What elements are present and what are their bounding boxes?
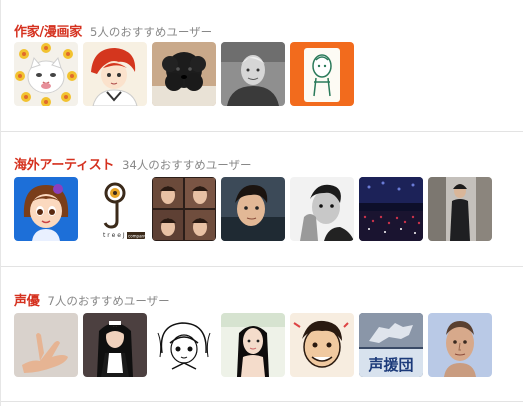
section-title[interactable]: 声優 — [14, 294, 40, 309]
user-avatar[interactable] — [14, 313, 78, 377]
cat-avatar-image — [14, 42, 78, 106]
user-avatar[interactable]: t r e e J company — [83, 177, 147, 241]
long-hair-woman-avatar-image — [221, 313, 285, 377]
section-header-voice-actors: 声優 7人のおすすめユーザー — [14, 290, 170, 309]
3d-head-avatar-image — [428, 313, 492, 377]
recommended-users-page: 作家/漫画家 5人のおすすめユーザー 海外アーティスト 34人のおすすめユーザー… — [0, 0, 523, 406]
section-title[interactable]: 海外アーティスト — [14, 158, 114, 173]
section-count: 7人のおすすめユーザー — [47, 294, 170, 308]
user-avatar[interactable]: 声援団 — [359, 313, 423, 377]
user-avatar[interactable] — [290, 42, 354, 106]
cartoon-girl-avatar-image — [14, 177, 78, 241]
section-header-writers: 作家/漫画家 5人のおすすめユーザー — [14, 21, 212, 40]
section-header-overseas-artists: 海外アーティスト 34人のおすすめユーザー — [14, 154, 252, 173]
user-avatar[interactable] — [14, 177, 78, 241]
illustration-avatar-image — [290, 42, 354, 106]
elderly-man-avatar-image — [221, 42, 285, 106]
manga-character-avatar-image — [83, 42, 147, 106]
section-divider — [1, 266, 523, 267]
user-avatar[interactable] — [152, 313, 216, 377]
seiendan-avatar-image: 声援団 — [359, 313, 423, 377]
sketch-girl-avatar-image — [152, 313, 216, 377]
user-avatar[interactable] — [83, 42, 147, 106]
user-avatar[interactable] — [152, 42, 216, 106]
user-avatar[interactable] — [428, 177, 492, 241]
user-avatar[interactable] — [221, 177, 285, 241]
section-count: 5人のおすすめユーザー — [90, 25, 213, 39]
avatar-row-voice-actors: 声援団 — [14, 313, 492, 377]
maid-avatar-image — [83, 313, 147, 377]
treej-sub-text: company — [128, 234, 147, 239]
avatar-row-overseas-artists: t r e e J company — [14, 177, 492, 241]
user-avatar[interactable] — [359, 177, 423, 241]
caricature-avatar-image — [290, 313, 354, 377]
user-avatar[interactable] — [290, 313, 354, 377]
street-man-avatar-image — [428, 177, 492, 241]
treej-logo-text: t r e e J — [103, 232, 125, 239]
user-avatar[interactable] — [221, 313, 285, 377]
user-avatar[interactable] — [83, 313, 147, 377]
dog-avatar-image — [152, 42, 216, 106]
user-avatar[interactable] — [14, 42, 78, 106]
young-man-avatar-image — [221, 177, 285, 241]
section-divider — [1, 131, 523, 132]
section-divider — [1, 401, 523, 402]
treej-logo-avatar-image: t r e e J company — [83, 177, 147, 241]
avatar-row-writers — [14, 42, 354, 106]
section-title[interactable]: 作家/漫画家 — [14, 25, 82, 40]
user-avatar[interactable] — [290, 177, 354, 241]
photo-collage-avatar-image — [152, 177, 216, 241]
section-count: 34人のおすすめユーザー — [122, 158, 252, 172]
user-avatar[interactable] — [428, 313, 492, 377]
seiendan-text: 声援団 — [367, 356, 413, 374]
concert-avatar-image — [359, 177, 423, 241]
user-avatar[interactable] — [152, 177, 216, 241]
hand-gesture-avatar-image — [14, 313, 78, 377]
bw-portrait-avatar-image — [290, 177, 354, 241]
user-avatar[interactable] — [221, 42, 285, 106]
